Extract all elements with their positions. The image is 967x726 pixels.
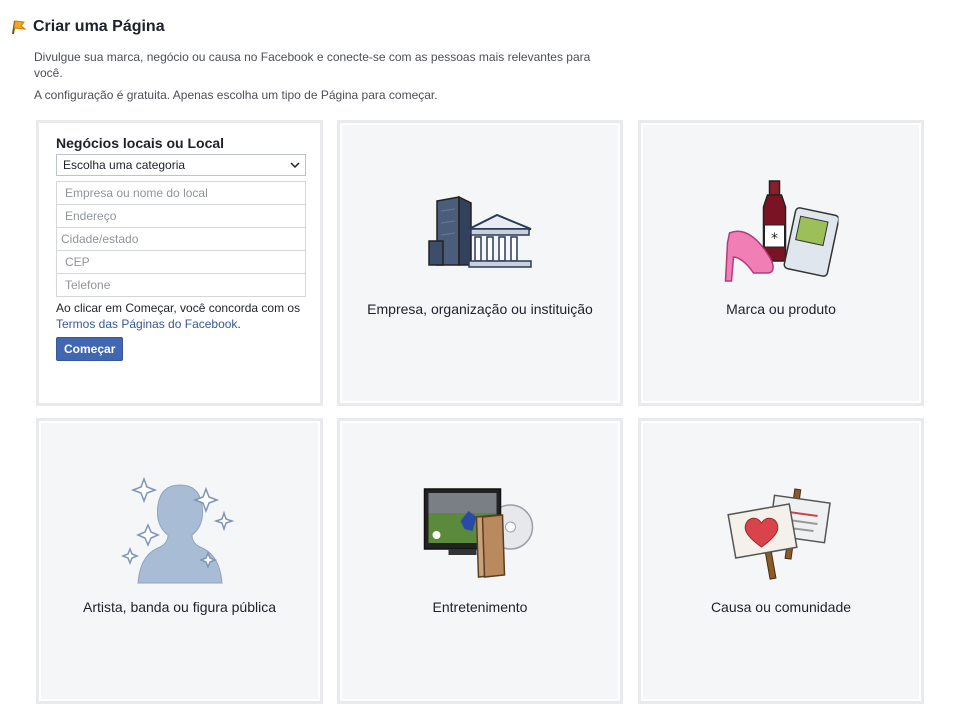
page-type-artist[interactable]: Artista, banda ou figura pública (36, 418, 323, 704)
local-business-card: Negócios locais ou Local Escolha uma cat… (36, 120, 323, 406)
category-select[interactable]: Escolha uma categoria (56, 154, 306, 176)
start-button[interactable]: Começar (56, 337, 124, 361)
page-type-company[interactable]: Empresa, organização ou instituição (337, 120, 623, 406)
page-type-artist-label: Artista, banda ou figura pública (82, 599, 276, 615)
page-subdescription: A configuração é gratuita. Apenas escolh… (34, 88, 438, 102)
business-name-input[interactable]: Empresa ou nome do local (56, 181, 306, 205)
page-type-company-label: Empresa, organização ou instituição (367, 301, 593, 317)
page-header: Criar uma Página (10, 18, 165, 36)
page-type-brand-label: Marca ou produto (726, 301, 836, 317)
entertainment-icon (423, 488, 534, 578)
page-type-cause-label: Causa ou comunidade (710, 599, 852, 615)
artist-silhouette-icon (120, 476, 234, 584)
page-type-brand[interactable]: * Marca ou produto (638, 120, 924, 406)
brand-products-icon: * (724, 180, 839, 282)
terms-prefix: Ao clicar em Começar, você concorda com … (56, 301, 301, 315)
buildings-icon (428, 195, 532, 268)
local-business-title: Negócios locais ou Local (56, 135, 225, 151)
page-type-cause[interactable]: Causa ou comunidade (638, 418, 924, 704)
terms-suffix: . (237, 317, 241, 331)
phone-input[interactable]: Telefone (56, 273, 306, 297)
cause-signs-icon (727, 488, 831, 580)
zip-input[interactable]: CEP (56, 250, 306, 274)
svg-text:*: * (771, 231, 778, 247)
page-description: Divulgue sua marca, negócio ou causa no … (34, 50, 591, 80)
page-type-entertainment[interactable]: Entretenimento (337, 418, 623, 704)
city-state-input[interactable]: Cidade/estado (56, 227, 306, 251)
terms-link[interactable]: Termos das Páginas do Facebook (56, 317, 237, 331)
category-select-value: Escolha uma categoria (63, 158, 186, 172)
terms-text: Ao clicar em Começar, você concorda com … (56, 300, 306, 332)
address-input[interactable]: Endereço (56, 204, 306, 228)
flag-icon (12, 20, 27, 35)
page-title: Criar uma Página (33, 18, 165, 35)
page-type-entertainment-label: Entretenimento (432, 599, 528, 615)
chevron-down-icon (290, 162, 300, 169)
